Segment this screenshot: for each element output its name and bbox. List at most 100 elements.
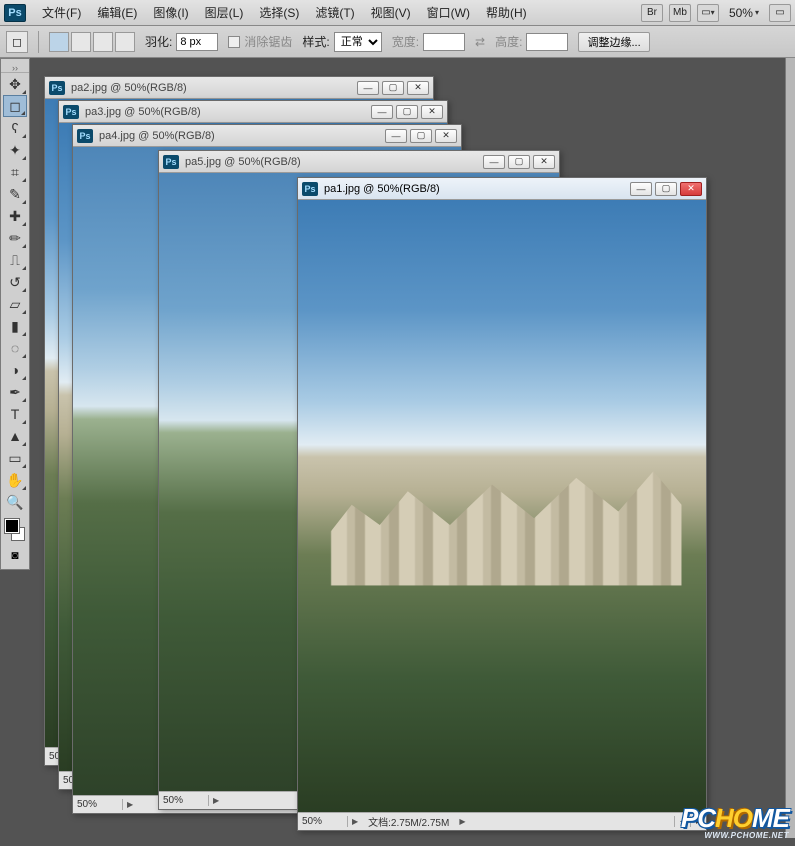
window-title: pa4.jpg @ 50%(RGB/8) (99, 130, 385, 142)
window-titlebar[interactable]: Ps pa5.jpg @ 50%(RGB/8)—▢✕ (159, 151, 559, 173)
pen-tool[interactable]: ✒ (3, 381, 27, 403)
minibridge-button[interactable]: Mb (669, 4, 691, 22)
foreground-color-swatch[interactable] (5, 519, 19, 533)
selection-new-button[interactable] (49, 32, 69, 52)
window-titlebar[interactable]: Ps pa3.jpg @ 50%(RGB/8)—▢✕ (59, 101, 447, 123)
maximize-button[interactable]: ▢ (396, 105, 418, 119)
chevron-right-icon[interactable]: ▶ (123, 800, 137, 809)
type-tool[interactable]: T (3, 403, 27, 425)
screen-mode-button[interactable]: ▭▾ (697, 4, 719, 22)
menu-edit[interactable]: 编辑(E) (89, 1, 145, 24)
minimize-button[interactable]: — (630, 182, 652, 196)
marquee-tool[interactable]: ◻ (3, 95, 27, 117)
antialias-checkbox[interactable] (228, 36, 240, 48)
style-label: 样式: (302, 33, 329, 50)
zoom-tool[interactable]: 🔍 (3, 491, 27, 513)
style-select[interactable]: 正常 (334, 32, 382, 52)
minimize-button[interactable]: — (357, 81, 379, 95)
maximize-button[interactable]: ▢ (382, 81, 404, 95)
antialias-field: 消除锯齿 (228, 33, 292, 50)
status-zoom[interactable]: 50% (73, 799, 123, 810)
workspace-button[interactable]: ▭ (769, 4, 791, 22)
menu-view[interactable]: 视图(V) (363, 1, 419, 24)
gradient-tool[interactable]: ▮ (3, 315, 27, 337)
feather-input[interactable] (176, 33, 218, 51)
minimize-button[interactable]: — (371, 105, 393, 119)
menu-select[interactable]: 选择(S) (251, 1, 307, 24)
minimize-button[interactable]: — (483, 155, 505, 169)
window-title: pa3.jpg @ 50%(RGB/8) (85, 106, 371, 118)
chevron-right-icon[interactable]: ▶ (455, 817, 469, 826)
lasso-tool[interactable]: ʕ (3, 117, 27, 139)
color-swatches[interactable] (3, 517, 27, 543)
shape-tool[interactable]: ▭ (3, 447, 27, 469)
status-zoom[interactable]: 50% (298, 816, 348, 827)
ps-badge-icon: Ps (163, 155, 179, 169)
current-tool-icon[interactable]: ◻ (6, 31, 28, 53)
ps-badge-icon: Ps (63, 105, 79, 119)
chevron-down-icon: ▾ (755, 8, 759, 17)
menu-image[interactable]: 图像(I) (145, 1, 196, 24)
selection-add-button[interactable] (71, 32, 91, 52)
menu-file[interactable]: 文件(F) (34, 1, 89, 24)
status-bar: 50%▶文档:2.75M/2.75M▶◂▸ (298, 812, 706, 830)
ps-badge-icon: Ps (49, 81, 65, 95)
scroll-right-icon[interactable]: ▸ (690, 816, 706, 827)
window-titlebar[interactable]: Pspa2.jpg @ 50%(RGB/8)—▢✕ (45, 77, 433, 99)
selection-subtract-button[interactable] (93, 32, 113, 52)
maximize-button[interactable]: ▢ (655, 182, 677, 196)
clone-stamp-tool[interactable]: ⎍ (3, 249, 27, 271)
ps-badge-icon: Ps (302, 182, 318, 196)
close-button[interactable]: ✕ (407, 81, 429, 95)
minimize-button[interactable]: — (385, 129, 407, 143)
maximize-button[interactable]: ▢ (410, 129, 432, 143)
selection-mode-group (49, 32, 135, 52)
panel-handle-icon[interactable]: ›› (1, 63, 29, 73)
history-brush-tool[interactable]: ↺ (3, 271, 27, 293)
quick-select-tool[interactable]: ✦ (3, 139, 27, 161)
quick-mask-button[interactable]: ◙ (3, 545, 27, 565)
bridge-button[interactable]: Br (641, 4, 663, 22)
blur-tool[interactable]: ◌ (3, 337, 27, 359)
close-button[interactable]: ✕ (533, 155, 555, 169)
menu-layer[interactable]: 图层(L) (197, 1, 252, 24)
chevron-right-icon[interactable]: ▶ (209, 796, 223, 805)
document-image (298, 200, 706, 812)
menu-help[interactable]: 帮助(H) (478, 1, 535, 24)
panel-dock[interactable] (785, 58, 795, 838)
chevron-right-icon[interactable]: ▶ (348, 817, 362, 826)
selection-intersect-button[interactable] (115, 32, 135, 52)
maximize-button[interactable]: ▢ (508, 155, 530, 169)
feather-label: 羽化: (145, 33, 172, 50)
refine-edge-button[interactable]: 调整边缘... (578, 32, 649, 52)
close-button[interactable]: ✕ (680, 182, 702, 196)
scroll-left-icon[interactable]: ◂ (674, 816, 690, 827)
hand-tool[interactable]: ✋ (3, 469, 27, 491)
eraser-tool[interactable]: ▱ (3, 293, 27, 315)
document-window[interactable]: Pspa1.jpg @ 50%(RGB/8)—▢✕50%▶文档:2.75M/2.… (297, 177, 707, 831)
height-input (526, 33, 568, 51)
document-canvas[interactable] (298, 200, 706, 812)
move-tool[interactable]: ✥ (3, 73, 27, 95)
eyedropper-tool[interactable]: ✎ (3, 183, 27, 205)
status-doc-info[interactable]: 文档:2.75M/2.75M (362, 814, 455, 829)
menu-window[interactable]: 窗口(W) (419, 1, 478, 24)
separator (38, 31, 39, 53)
window-title: pa5.jpg @ 50%(RGB/8) (185, 156, 483, 168)
zoom-level-dropdown[interactable]: 50%▾ (725, 6, 763, 20)
menu-filter[interactable]: 滤镜(T) (307, 1, 362, 24)
tool-panel: ›› ✥ ◻ ʕ ✦ ⌗ ✎ ✚ ✏ ⎍ ↺ ▱ ▮ ◌ ◑ ✒ T ▲ ▭ ✋… (0, 58, 30, 570)
window-title: pa1.jpg @ 50%(RGB/8) (324, 183, 630, 195)
path-select-tool[interactable]: ▲ (3, 425, 27, 447)
close-button[interactable]: ✕ (435, 129, 457, 143)
status-zoom[interactable]: 50% (159, 795, 209, 806)
width-field: 宽度: (392, 33, 465, 51)
healing-brush-tool[interactable]: ✚ (3, 205, 27, 227)
window-titlebar[interactable]: Ps pa1.jpg @ 50%(RGB/8)—▢✕ (298, 178, 706, 200)
window-titlebar[interactable]: Pspa4.jpg @ 50%(RGB/8)—▢✕ (73, 125, 461, 147)
dodge-tool[interactable]: ◑ (3, 359, 27, 381)
close-button[interactable]: ✕ (421, 105, 443, 119)
crop-tool[interactable]: ⌗ (3, 161, 27, 183)
brush-tool[interactable]: ✏ (3, 227, 27, 249)
width-label: 宽度: (392, 33, 419, 50)
